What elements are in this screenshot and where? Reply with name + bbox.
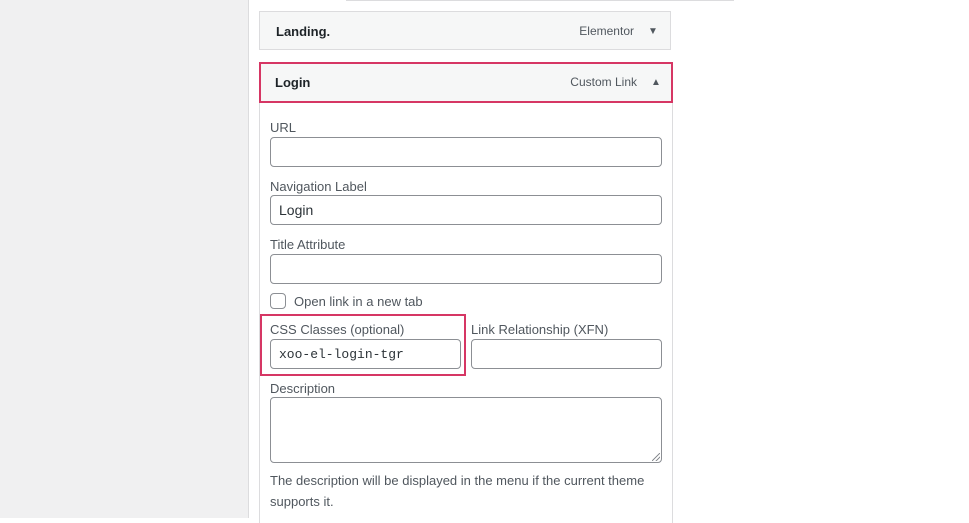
menu-item-type: Elementor <box>579 24 634 38</box>
open-new-tab-checkbox[interactable] <box>270 293 286 309</box>
admin-sidebar-background <box>0 0 248 518</box>
url-input[interactable] <box>270 137 662 167</box>
sidebar-divider <box>248 0 249 518</box>
navigation-label-label: Navigation Label <box>270 179 367 194</box>
top-divider <box>346 0 734 1</box>
url-label: URL <box>270 120 297 135</box>
link-relationship-input[interactable] <box>471 339 662 369</box>
menu-item-landing[interactable]: Landing. Elementor ▼ <box>259 11 671 50</box>
title-attribute-label: Title Attribute <box>270 237 346 252</box>
description-help-line-2: supports it. <box>270 494 334 509</box>
description-textarea[interactable] <box>270 397 662 463</box>
description-help-text: The description will be displayed in the… <box>270 470 662 512</box>
description-help-line-1: The description will be displayed in the… <box>270 473 645 488</box>
menu-item-title: Landing. <box>276 24 331 39</box>
resize-handle-icon[interactable] <box>652 453 660 461</box>
css-classes-label: CSS Classes (optional) <box>270 322 405 337</box>
open-new-tab-label[interactable]: Open link in a new tab <box>294 294 423 309</box>
title-attribute-input[interactable] <box>270 254 662 284</box>
description-label: Description <box>270 381 336 396</box>
menu-item-login[interactable]: Login Custom Link ▲ <box>259 62 673 103</box>
expand-arrow-icon[interactable]: ▼ <box>646 12 660 51</box>
css-classes-input[interactable] <box>270 339 461 369</box>
menu-item-type: Custom Link <box>570 75 637 89</box>
navigation-label-input[interactable] <box>270 195 662 225</box>
link-relationship-label: Link Relationship (XFN) <box>471 322 609 337</box>
collapse-arrow-icon[interactable]: ▲ <box>649 64 663 101</box>
menu-item-title: Login <box>275 75 311 90</box>
